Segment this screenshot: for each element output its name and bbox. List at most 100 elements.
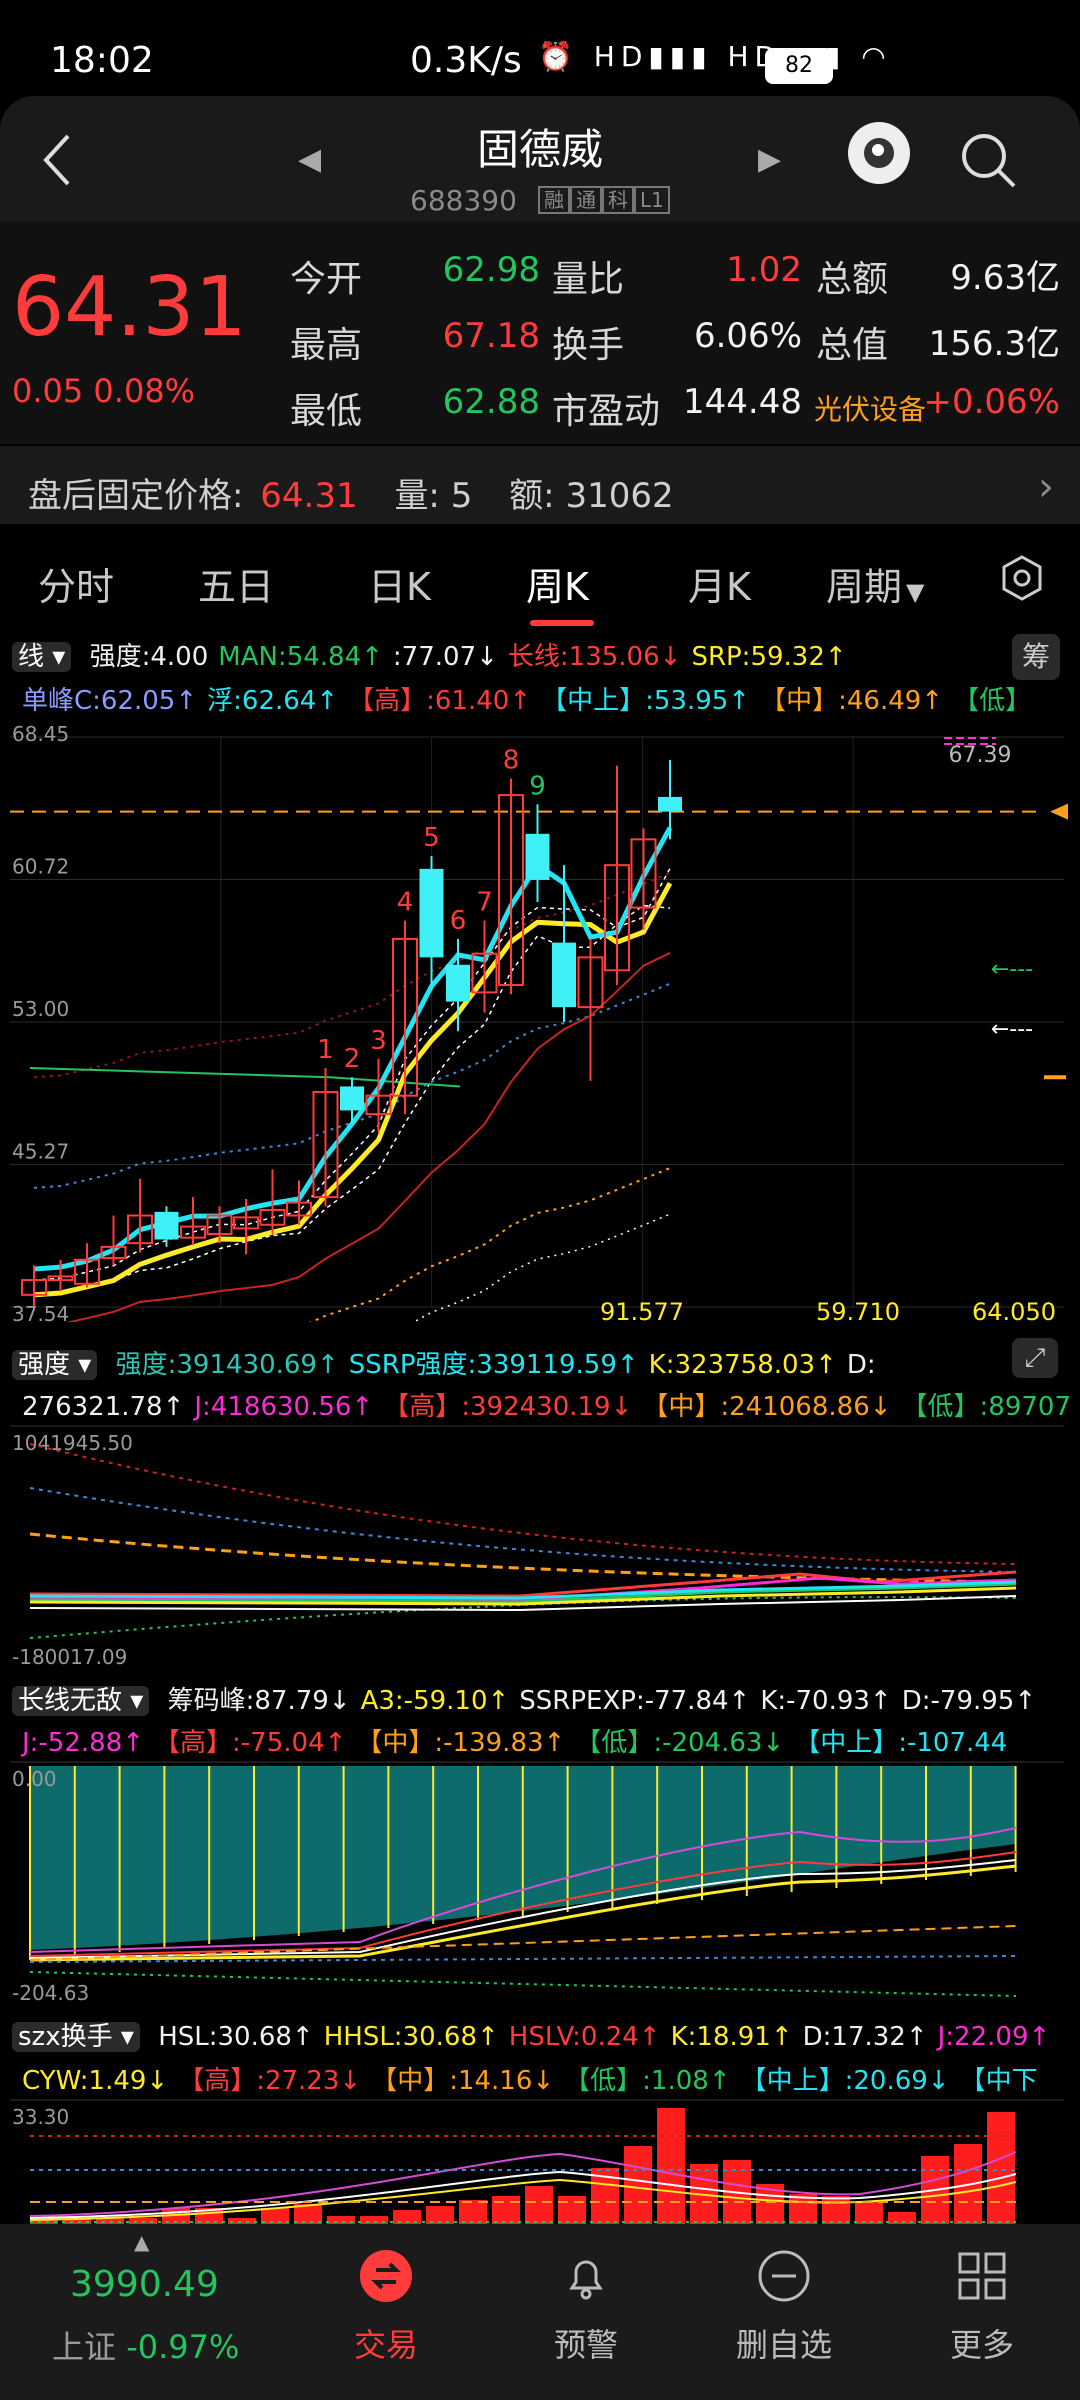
after-hours-price: 64.31: [260, 476, 358, 516]
tag-tong: 通: [570, 186, 602, 214]
remove-watchlist-icon[interactable]: [704, 2248, 864, 2316]
candle-body: [552, 942, 576, 1008]
indicator-value: HSLV:0.24↑: [508, 2022, 661, 2052]
y-axis-label: 1041945.50: [12, 1431, 133, 1455]
bell-icon[interactable]: [506, 2248, 666, 2316]
tab-intraday[interactable]: 分时: [38, 556, 114, 611]
tab-monthly-k[interactable]: 月K: [688, 556, 751, 611]
after-hours-bar[interactable]: 盘后固定价格: 64.31 量: 5 额: 31062 ›: [0, 444, 1080, 526]
indicator-value: HHSL:30.68↑: [323, 2022, 499, 2052]
sequence-count-label: 2: [344, 1044, 361, 1074]
main-indicator-selector[interactable]: 线 ▾: [12, 642, 72, 672]
trade-icon[interactable]: [306, 2248, 466, 2316]
open-label: 今开: [290, 259, 363, 300]
y-axis-label: 60.72: [12, 855, 69, 879]
low-label: 最低: [290, 391, 363, 432]
y-axis-label: 0.00: [12, 1767, 57, 1791]
indicator-value: 【中】:-139.83↑: [356, 1728, 566, 1758]
turnover-chart[interactable]: 33.30: [0, 2098, 1080, 2224]
indicator-value: 【中】:241068.86↓: [642, 1392, 892, 1422]
index-widget[interactable]: ▲ 3990.49 上证 -0.97%: [40, 2224, 260, 2400]
grid-icon[interactable]: [902, 2248, 1062, 2316]
tab-daily-k[interactable]: 日K: [368, 556, 431, 611]
candle-body: [446, 964, 470, 1002]
indicator-value: SSRP强度:339119.59↑: [348, 1350, 639, 1380]
volume-bar: [855, 2202, 883, 2224]
sequence-count-label: 6: [450, 906, 467, 936]
panel4-line1: szx换手 ▾ HSL:30.68↑ HHSL:30.68↑ HSLV:0.24↑ K…: [12, 2016, 1050, 2053]
sector-name[interactable]: 光伏设备: [814, 388, 926, 428]
index-name: 上证: [52, 2328, 117, 2366]
high-value: 67.18: [442, 316, 540, 356]
indicator-value: 单峰C:62.05↑: [22, 686, 198, 716]
strength-chart[interactable]: 1041945.50 -180017.09: [0, 1424, 1080, 1672]
panel4-line2: CYW:1.49↓ 【高】:27.23↓ 【中】:14.16↓ 【低】:1.08↑ 【中…: [12, 2060, 1038, 2097]
indicator-value: :77.07↓: [392, 642, 498, 672]
status-icons: ⏰ HD▮▮▮ HD▮▮▮ ◠: [538, 40, 892, 73]
caret-up-icon: ▲: [134, 2230, 150, 2254]
y-axis-label: 53.00: [12, 997, 69, 1021]
period-tabs: 分时 五日 日K 周K 月K 周期 ▼: [0, 524, 1080, 636]
market-cap-label: 总值: [816, 325, 889, 366]
settings-icon[interactable]: [998, 554, 1046, 606]
arrow-marker: ←---: [991, 957, 1033, 982]
nav-trade[interactable]: 交易: [306, 2320, 466, 2366]
indicator-value: SRP:59.32↑: [691, 642, 847, 672]
indicator-value: J:418630.56↑: [194, 1392, 374, 1422]
volume-bar: [459, 2200, 487, 2224]
indicator-value: 【中】:14.16↓: [371, 2066, 555, 2096]
price-change: 0.05 0.08%: [12, 372, 196, 410]
nav-more[interactable]: 更多: [902, 2320, 1062, 2366]
indicator-value: K:323758.03↑: [648, 1350, 837, 1380]
bottom-nav: ▲ 3990.49 上证 -0.97% 交易 预警 删自选 更多: [0, 2224, 1080, 2400]
tag-ke: 科: [602, 186, 634, 214]
expand-icon[interactable]: ⤢: [1012, 1338, 1058, 1378]
low-value: 62.88: [442, 382, 540, 422]
sequence-count-label: 5: [423, 823, 440, 853]
sequence-count-label: 3: [370, 1026, 387, 1056]
indicator-value: K:-70.93↑: [760, 1686, 892, 1716]
sequence-count-label: 4: [397, 887, 414, 917]
y-axis-label: -204.63: [12, 1981, 89, 2004]
panel3-selector[interactable]: 长线无敌 ▾: [12, 1686, 150, 1716]
status-bar: 18:02 0.3K/s ⏰ HD▮▮▮ HD▮▮▮ ◠ 82: [0, 0, 1080, 96]
turnover-amount-label: 总额: [816, 259, 889, 300]
search-icon[interactable]: [958, 130, 1018, 194]
indicator-value: D:17.32↑: [802, 2022, 928, 2052]
nav-remove-watchlist[interactable]: 删自选: [704, 2320, 864, 2366]
nav-alert[interactable]: 预警: [506, 2320, 666, 2366]
sequence-count-label: 7: [476, 887, 493, 917]
chevron-right-icon[interactable]: ›: [1038, 464, 1054, 510]
panel2-selector[interactable]: 强度 ▾: [12, 1350, 98, 1380]
indicator-value: 【高】:-75.04↑: [154, 1728, 347, 1758]
last-price: 64.31: [12, 260, 247, 355]
tag-rong: 融: [538, 186, 570, 214]
y-axis-label: 68.45: [12, 722, 69, 746]
chip-distribution-button[interactable]: 筹: [1012, 634, 1060, 680]
panel4-selector[interactable]: szx换手 ▾: [12, 2022, 140, 2052]
mascot-icon[interactable]: [848, 122, 910, 184]
panel3-values: 筹码峰:87.79↓ A3:-59.10↑ SSRPEXP:-77.84↑ K:-70…: [158, 1686, 1037, 1716]
panel3-selector-label: 长线无敌: [18, 1686, 123, 1716]
indicator-value: J:-52.88↑: [22, 1728, 145, 1758]
y-axis-label: 37.54: [12, 1302, 69, 1322]
kline-chart[interactable]: 68.4560.7253.0045.2737.541 2345678967.39←…: [0, 722, 1080, 1322]
long-line-chart[interactable]: 0.00 -204.63: [0, 1760, 1080, 2004]
volume-bar: [525, 2186, 553, 2224]
indicator-value: 强度:4.00: [89, 642, 209, 672]
market-cap-value: 156.3亿: [928, 324, 1060, 364]
pe-label: 市盈动: [552, 391, 661, 432]
tab-five-day[interactable]: 五日: [198, 556, 274, 611]
indicator-value: 【低】:1.08↑: [564, 2066, 731, 2096]
after-hours-vol: 5: [450, 476, 473, 516]
indicator-line: [29, 1532, 1017, 1584]
main-indicator-selector-label: 线: [18, 642, 45, 672]
candle-body: [154, 1211, 179, 1240]
price-marker-icon: [1050, 803, 1068, 820]
volume-ratio-label: 量比: [552, 259, 625, 300]
tab-period[interactable]: 周期 ▼: [826, 556, 924, 611]
open-value: 62.98: [442, 250, 540, 290]
next-stock-icon[interactable]: ▶: [758, 142, 781, 177]
x-axis-value-label: 91.577: [600, 1298, 684, 1322]
tab-weekly-k[interactable]: 周K: [526, 556, 589, 611]
